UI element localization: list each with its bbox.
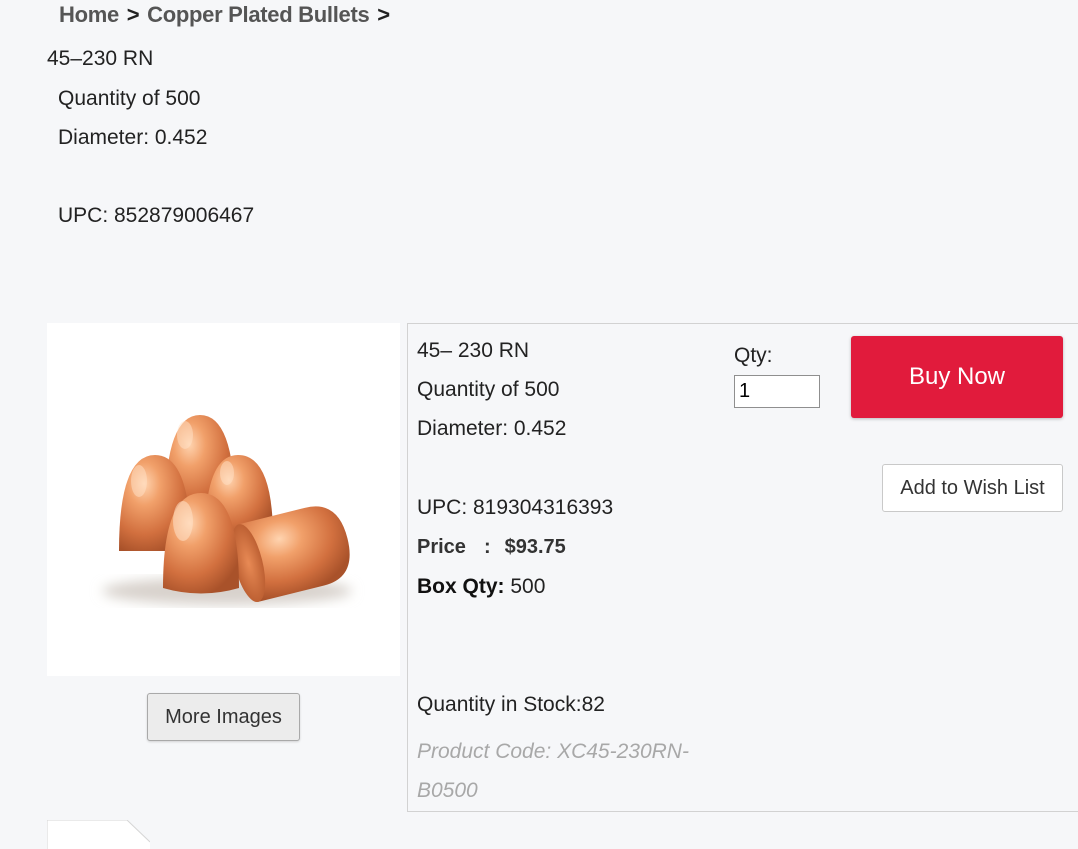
product-price: Price: $93.75	[417, 536, 566, 559]
box-qty-value: 500	[510, 575, 546, 598]
price-value: $93.75	[504, 536, 566, 558]
product-code: Product Code: XC45-230RN-B0500	[417, 740, 689, 802]
product-title: 45– 230 RN	[417, 339, 530, 362]
breadcrumb-separator: >	[377, 2, 390, 27]
breadcrumb: Home > Copper Plated Bullets >	[59, 2, 392, 28]
product-image[interactable]	[47, 323, 400, 676]
product-upc: UPC: 819304316393	[417, 496, 614, 519]
copper-bullets-photo	[102, 415, 352, 605]
buy-now-button[interactable]: Buy Now	[851, 336, 1063, 418]
header-diameter: Diameter: 0.452	[58, 126, 208, 149]
product-diameter: Diameter: 0.452	[417, 417, 567, 440]
partial-thumbnail	[47, 820, 150, 849]
page-title: 45–230 RN	[47, 47, 154, 70]
breadcrumb-separator: >	[126, 2, 140, 27]
breadcrumb-category-link[interactable]: Copper Plated Bullets	[147, 2, 370, 27]
header-upc: UPC: 852879006467	[58, 204, 255, 227]
stock-quantity: Quantity in Stock:82	[417, 693, 605, 716]
header-quantity: Quantity of 500	[58, 87, 201, 110]
more-images-button[interactable]: More Images	[147, 693, 300, 741]
price-label: Price	[417, 536, 466, 558]
box-qty-label: Box Qty:	[417, 575, 505, 598]
add-to-wish-list-button[interactable]: Add to Wish List	[882, 464, 1063, 512]
breadcrumb-home-link[interactable]: Home	[59, 2, 119, 27]
box-qty: Box Qty: 500	[417, 575, 545, 599]
qty-input[interactable]	[734, 375, 820, 408]
product-quantity: Quantity of 500	[417, 378, 560, 401]
qty-label: Qty:	[734, 344, 773, 367]
price-colon: :	[483, 536, 491, 558]
